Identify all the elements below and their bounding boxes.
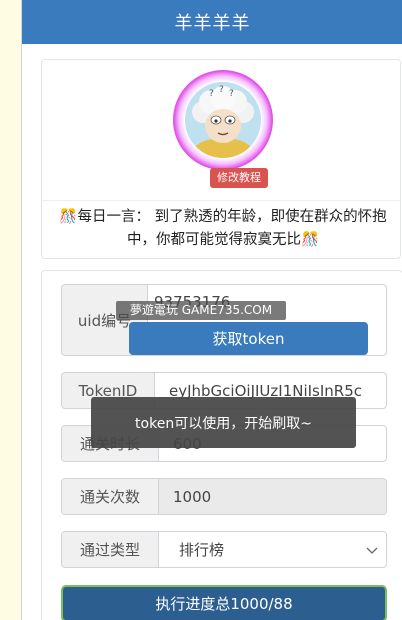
watermark: 夢遊電玩 GAME735.COM: [116, 301, 286, 320]
sheep-avatar-icon: ? ? ?: [185, 82, 261, 158]
svg-text:?: ?: [219, 85, 224, 95]
type-group[interactable]: 通过类型 排行榜: [61, 531, 387, 568]
confetti-icon: 🎊: [300, 232, 320, 248]
confetti-icon: 🎊: [59, 209, 78, 225]
page-title: 羊羊羊羊: [174, 13, 251, 34]
svg-text:?: ?: [209, 89, 214, 99]
avatar: ? ? ?: [173, 70, 273, 170]
type-label: 通过类型: [62, 532, 159, 567]
divider: [42, 200, 400, 201]
chevron-down-icon[interactable]: [366, 547, 378, 555]
svg-text:?: ?: [229, 89, 234, 99]
profile-card: ? ? ? 修改教程 🎊每日一言： 到了熟透的年龄，即使在群众的怀抱中，你都可能…: [41, 59, 401, 259]
get-token-button[interactable]: 获取token: [129, 322, 368, 355]
type-select[interactable]: 排行榜: [159, 532, 386, 567]
count-field: 1000: [159, 479, 386, 514]
count-group: 通关次数 1000: [61, 478, 387, 515]
app-header: 羊羊羊羊: [22, 0, 402, 44]
daily-quote: 🎊每日一言： 到了熟透的年龄，即使在群众的怀抱中，你都可能觉得寂寞无比🎊: [52, 206, 394, 252]
quote-prefix: 每日一言：: [77, 209, 150, 225]
progress-button[interactable]: 执行进度总1000/88: [61, 585, 387, 620]
quote-text: 到了熟透的年龄，即使在群众的怀抱中，你都可能觉得寂寞无比: [126, 209, 387, 248]
tutorial-badge[interactable]: 修改教程: [210, 168, 268, 188]
count-label: 通关次数: [62, 479, 159, 514]
toast-message: token可以使用，开始刷取~: [91, 397, 356, 448]
